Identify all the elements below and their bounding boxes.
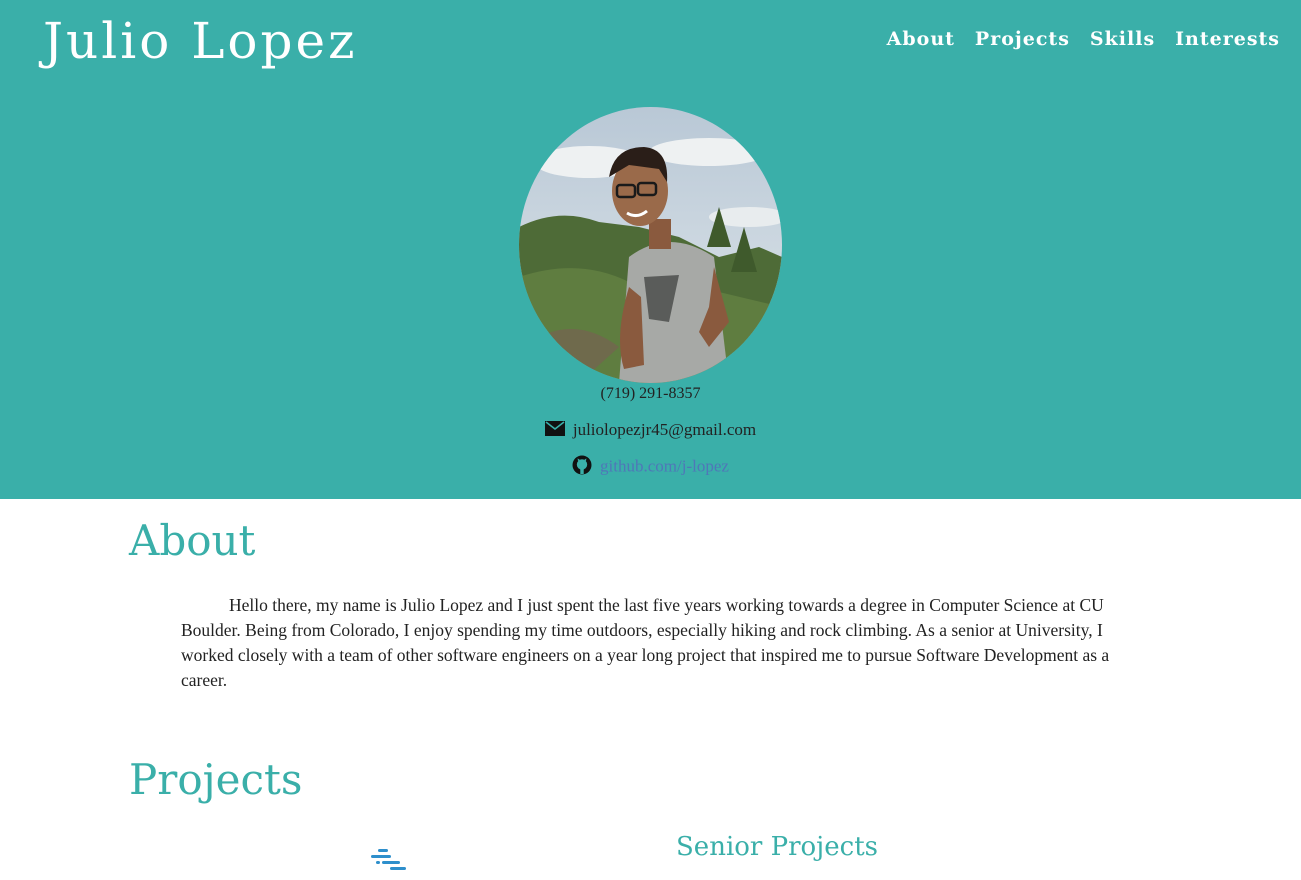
projects-heading: Projects: [129, 755, 303, 804]
main-nav: About Projects Skills Interests: [887, 28, 1280, 50]
project-logo-icon: [370, 848, 410, 880]
envelope-icon: [544, 421, 565, 441]
github-link[interactable]: github.com/j-lopez: [600, 456, 729, 475]
site-title: Julio Lopez: [43, 12, 358, 70]
nav-link-projects[interactable]: Projects: [975, 28, 1070, 50]
phone-number: (719) 291-8357: [600, 385, 701, 402]
about-heading: About: [129, 516, 256, 565]
email-address[interactable]: juliolopezjr45@gmail.com: [573, 420, 756, 439]
nav-link-interests[interactable]: Interests: [1175, 28, 1280, 50]
contact-email: juliolopezjr45@gmail.com: [0, 420, 1301, 441]
contact-phone: (719) 291-8357: [0, 385, 1301, 403]
nav-link-about[interactable]: About: [887, 28, 955, 50]
github-icon: [572, 455, 592, 480]
site-header: Julio Lopez About Projects Skills Intere…: [0, 0, 1301, 499]
profile-photo: [519, 107, 782, 383]
nav-link-skills[interactable]: Skills: [1090, 28, 1155, 50]
profile-photo-image: [519, 107, 782, 383]
contact-github: github.com/j-lopez: [0, 455, 1301, 480]
about-paragraph: Hello there, my name is Julio Lopez and …: [181, 595, 1110, 690]
project-title: Senior Projects: [676, 832, 878, 862]
